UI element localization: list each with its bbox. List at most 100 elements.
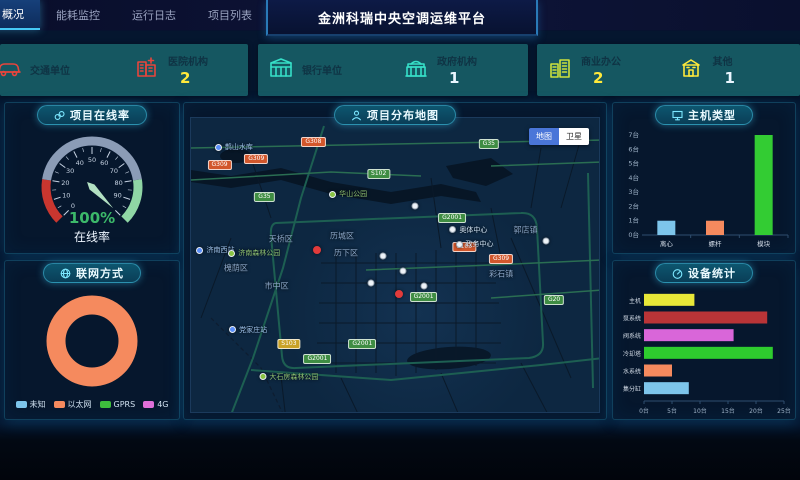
map-panel-title: 项目分布地图 (367, 107, 439, 123)
network-legend: 未知以太网 GPRS 4G (16, 399, 169, 410)
gauge-icon (672, 268, 683, 279)
stat-item: 银行单位 (258, 44, 393, 96)
map-marker[interactable] (420, 282, 427, 289)
stat-text: 交通单位 (30, 62, 70, 78)
legend-item[interactable]: GPRS (100, 399, 136, 410)
device-stats-panel: 设备统计 主机泵系统阀系统冷却塔水系统集分缸0台5台10台15台20台25台 (612, 260, 796, 420)
stat-text: 其他1 (713, 53, 735, 87)
svg-text:0台: 0台 (639, 407, 649, 415)
nav-tab[interactable]: 运行日志 (116, 0, 192, 30)
map-marker[interactable] (313, 246, 321, 254)
map-marker[interactable]: 济南森林公园 (228, 248, 280, 258)
svg-text:冷却塔: 冷却塔 (623, 350, 641, 358)
svg-text:水系统: 水系统 (623, 368, 641, 376)
svg-text:7台: 7台 (628, 130, 639, 139)
stat-label: 商业办公 (581, 53, 621, 68)
online-rate-panel: 项目在线率 0102030405060708090100%在线率 (4, 102, 180, 254)
map-button[interactable]: 地图 (529, 128, 559, 145)
stat-item: 政府机构1 (393, 44, 528, 96)
road-badge: G35 (254, 192, 274, 202)
link-icon (54, 110, 65, 121)
district-label: 郭店镇 (514, 224, 538, 235)
marker-dot (367, 279, 374, 286)
stat-label: 交通单位 (30, 62, 70, 77)
marker-label: 华山公园 (339, 189, 367, 199)
nav-tab[interactable]: 能耗监控 (40, 0, 116, 30)
network-panel: 联网方式 未知以太网 GPRS 4G (4, 260, 180, 420)
road-badge: G2001 (348, 339, 376, 349)
stat-text: 商业办公2 (581, 53, 621, 87)
online-rate-panel-header: 项目在线率 (37, 105, 147, 125)
stat-item: 交通单位 (0, 44, 124, 96)
stat-label: 银行单位 (302, 62, 342, 77)
svg-text:1台: 1台 (628, 216, 639, 225)
stat-value: 1 (713, 69, 735, 87)
road-badge: G2001 (438, 213, 466, 223)
svg-text:主机: 主机 (629, 297, 641, 305)
stat-icon-wrap (679, 55, 705, 85)
legend-item[interactable]: 未知 (16, 399, 46, 410)
bank-icon (268, 55, 294, 81)
network-panel-title: 联网方式 (76, 265, 124, 281)
district-label: 历城区 (330, 230, 354, 241)
map-marker[interactable]: 大石房森林公园 (259, 372, 318, 382)
svg-text:15台: 15台 (721, 407, 735, 415)
road-badge: G20 (544, 295, 564, 305)
map-marker[interactable]: 奥体中心 (449, 225, 487, 235)
marker-dot (456, 241, 463, 248)
svg-text:阀系统: 阀系统 (623, 332, 641, 340)
project-map[interactable]: 地图 卫星 天桥区历城区历下区槐荫区市中区郭店镇彩石镇G308G309G309G… (190, 117, 600, 413)
platform-title: 金洲科瑞中央空调运维平台 (266, 0, 538, 36)
satellite-button[interactable]: 卫星 (559, 128, 589, 145)
stat-item: 商业办公2 (537, 44, 669, 96)
marker-dot (329, 191, 336, 198)
map-marker[interactable] (367, 279, 374, 286)
legend-swatch (54, 401, 65, 408)
marker-dot (420, 282, 427, 289)
map-marker[interactable] (379, 253, 386, 260)
marker-dot (259, 373, 266, 380)
svg-text:5台: 5台 (667, 407, 677, 415)
road-badge: G309 (207, 160, 231, 170)
map-marker[interactable] (412, 203, 419, 210)
svg-text:在线率: 在线率 (74, 229, 110, 244)
svg-text:泵系统: 泵系统 (623, 315, 641, 323)
svg-text:5台: 5台 (628, 159, 639, 168)
stat-item: 其他1 (669, 44, 800, 96)
svg-text:6台: 6台 (628, 144, 639, 153)
svg-text:100%: 100% (69, 209, 115, 227)
stat-label: 医院机构 (168, 53, 208, 68)
map-marker[interactable] (395, 290, 403, 298)
road-badge: S102 (367, 169, 390, 179)
svg-text:3台: 3台 (628, 187, 639, 196)
stat-item: 医院机构2 (124, 44, 248, 96)
map-type-control: 地图 卫星 (529, 128, 589, 145)
stat-icon-wrap (403, 55, 429, 85)
shop-icon (679, 55, 705, 81)
nav-tab[interactable]: 项目列表 (192, 0, 268, 30)
map-marker[interactable]: 华山公园 (329, 189, 367, 199)
svg-text:离心: 离心 (660, 239, 674, 248)
map-marker[interactable]: 鹊山水库 (215, 142, 253, 152)
stat-value: 2 (581, 69, 621, 87)
district-label: 历下区 (334, 248, 358, 259)
map-marker[interactable]: 党家庄站 (229, 325, 267, 335)
marker-dot (449, 226, 456, 233)
road-badge: G309 (489, 254, 513, 264)
stat-label: 其他 (713, 53, 735, 68)
stat-value: 1 (437, 69, 477, 87)
legend-item[interactable]: 以太网 (54, 399, 92, 410)
stats-row: 交通单位医院机构2银行单位政府机构1商业办公2其他1 (0, 44, 800, 96)
svg-text:10: 10 (62, 191, 70, 199)
stat-card: 商业办公2 其他1 (537, 44, 800, 96)
legend-item[interactable]: 4G (143, 399, 168, 410)
road-badge: G308 (301, 137, 325, 147)
map-marker[interactable]: 政务中心 (456, 239, 494, 249)
svg-text:模块: 模块 (757, 239, 771, 248)
nav-tab[interactable]: 概况 (0, 0, 40, 30)
map-marker[interactable] (400, 267, 407, 274)
svg-text:集分缸: 集分缸 (623, 385, 641, 393)
svg-text:螺杆: 螺杆 (709, 239, 723, 248)
map-marker[interactable] (542, 238, 549, 245)
marker-dot (215, 144, 222, 151)
